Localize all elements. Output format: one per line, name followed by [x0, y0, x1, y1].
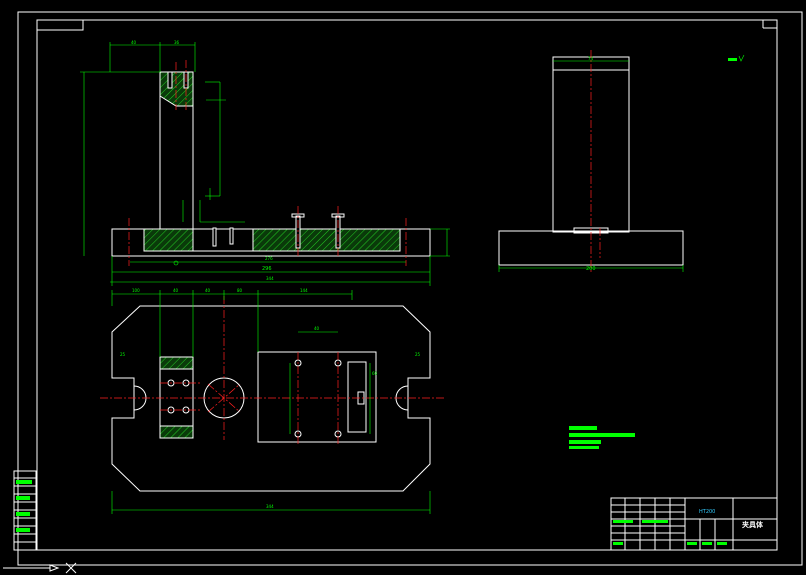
title-block: HT200 夹具体: [610, 497, 778, 551]
dim-bottom-3: 344: [266, 276, 274, 281]
inner-dim-1: 40: [314, 326, 320, 331]
inner-dim-2: 60: [372, 371, 378, 376]
dim-bottom-1: 276: [265, 256, 273, 261]
drawing-code-box: [36, 19, 84, 31]
plan-dim-5: 144: [300, 288, 308, 293]
dim-top-1: 40: [131, 40, 137, 45]
slot-left-label: 25: [120, 352, 126, 357]
roughness-symbol: [728, 54, 745, 62]
plan-dim-3: 40: [205, 288, 211, 293]
sheet-border-inner: [36, 19, 778, 551]
plan-view: 25 25 100 40 40 80 144 40 60 344: [100, 288, 445, 514]
drawing-title: 夹具体: [742, 520, 764, 529]
technical-notes: [569, 426, 635, 449]
material-label: HT200: [699, 509, 715, 515]
front-view: 40 36 276 296 344: [80, 40, 450, 286]
dim-top-2: 36: [174, 40, 180, 45]
side-view: 74 200: [498, 50, 684, 272]
plan-dim-4: 80: [237, 288, 243, 293]
plan-dim-bottom: 344: [266, 504, 274, 509]
revision-table: [13, 470, 37, 551]
side-dim-top: 74: [588, 56, 594, 61]
plan-dim-2: 40: [173, 288, 179, 293]
plan-dim-1: 100: [132, 288, 140, 293]
dim-bottom-2: 296: [262, 266, 272, 272]
slot-right-label: 25: [415, 352, 421, 357]
side-dim-bottom: 200: [586, 266, 596, 272]
cad-drawing: 40 36 276 296 344 74 200 25 25 100 40 40…: [3, 11, 803, 574]
